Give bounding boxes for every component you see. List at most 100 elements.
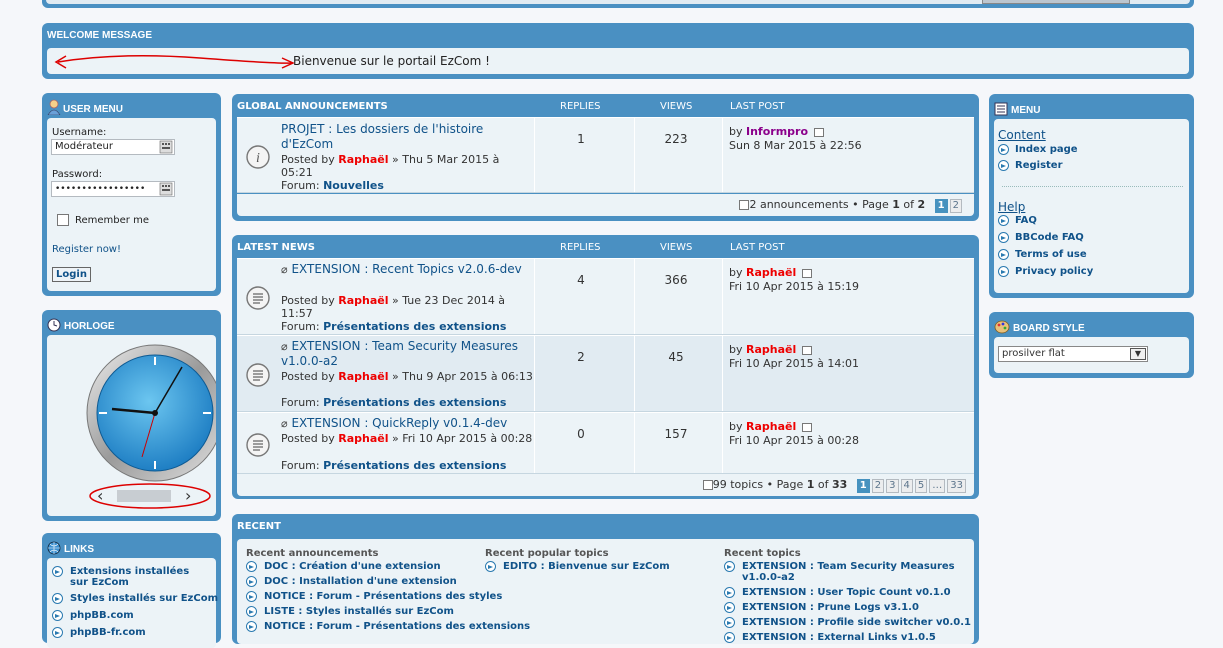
table-row[interactable]: i PROJET : Les dossiers de l'histoire d'… bbox=[237, 117, 974, 193]
username-field[interactable]: Modérateur bbox=[51, 139, 175, 155]
last-post: by Raphaël Fri 10 Apr 2015 à 00:28 bbox=[729, 420, 860, 447]
clock-icon bbox=[47, 318, 61, 332]
menu-header: MENU bbox=[994, 94, 1189, 118]
menu-item-terms[interactable]: Terms of use bbox=[998, 249, 1087, 260]
view-latest-post-icon[interactable] bbox=[801, 268, 812, 278]
arrow-right-icon bbox=[724, 561, 735, 572]
links-panel: LINKS Extensions installées sur EzCom St… bbox=[42, 533, 221, 648]
table-row[interactable]: ⌀ EXTENSION : Recent Topics v2.0.6-dev P… bbox=[237, 258, 974, 335]
author-link[interactable]: Raphaël bbox=[338, 370, 388, 383]
arrow-right-icon bbox=[246, 576, 257, 587]
username-label: Username: bbox=[52, 127, 107, 138]
author-link[interactable]: Raphaël bbox=[338, 153, 388, 166]
arrow-right-icon bbox=[998, 266, 1009, 277]
style-select-value: prosilver flat bbox=[1002, 348, 1065, 359]
arrow-right-icon bbox=[998, 232, 1009, 243]
user-menu-panel: USER MENU Username: Modérateur Password:… bbox=[42, 93, 221, 296]
arrow-right-icon bbox=[246, 561, 257, 572]
recent-popular-head: Recent popular topics bbox=[485, 548, 609, 559]
keyboard-icon[interactable] bbox=[159, 182, 173, 196]
menu-item-faq[interactable]: FAQ bbox=[998, 215, 1037, 226]
menu-help-heading[interactable]: Help bbox=[998, 200, 1025, 214]
attachment-icon: ⌀ bbox=[281, 263, 288, 276]
menu-content-heading[interactable]: Content bbox=[998, 128, 1046, 142]
links-header: LINKS bbox=[47, 533, 216, 557]
last-post: by Raphaël Fri 10 Apr 2015 à 15:19 bbox=[729, 266, 860, 293]
links-body: Extensions installées sur EzCom Styles i… bbox=[47, 558, 218, 648]
author-link[interactable]: Raphaël bbox=[338, 294, 388, 307]
forum-link[interactable]: Nouvelles bbox=[323, 179, 384, 192]
user-menu-body: Username: Modérateur Password: •••••••••… bbox=[47, 118, 216, 291]
pagination: 99 topics • Page 1 of 33 1 2 3 4 5… 33 bbox=[237, 474, 974, 496]
view-latest-post-icon[interactable] bbox=[801, 345, 812, 355]
menu-item-index[interactable]: Index page bbox=[998, 144, 1078, 155]
globe-icon bbox=[47, 541, 61, 555]
page-ellipsis: … bbox=[929, 479, 946, 493]
palette-icon bbox=[994, 320, 1010, 334]
topic-read-icon bbox=[246, 286, 270, 310]
password-field[interactable]: ••••••••••••••••• bbox=[51, 181, 175, 197]
forum-link[interactable]: Présentations des extensions bbox=[323, 396, 506, 409]
remember-me-checkbox[interactable] bbox=[57, 214, 69, 226]
links-title: LINKS bbox=[64, 544, 94, 555]
table-row[interactable]: ⌀ EXTENSION : QuickReply v0.1.4-dev Post… bbox=[237, 412, 974, 474]
page-button[interactable]: 3 bbox=[886, 479, 899, 493]
page-button[interactable]: 2 bbox=[871, 479, 885, 493]
page-button[interactable]: 2 bbox=[949, 199, 962, 213]
page-button[interactable]: 1 bbox=[934, 199, 948, 213]
arrow-right-icon bbox=[724, 632, 735, 643]
column-separator bbox=[634, 336, 635, 411]
col-last-post: LAST POST bbox=[730, 242, 785, 253]
view-latest-post-icon[interactable] bbox=[813, 127, 824, 137]
author-link[interactable]: Raphaël bbox=[338, 432, 388, 445]
last-post-author[interactable]: Raphaël bbox=[746, 343, 796, 356]
login-button[interactable]: Login bbox=[52, 267, 91, 282]
chevron-down-icon[interactable]: ▼ bbox=[1130, 348, 1146, 360]
annotation-ellipse bbox=[89, 483, 211, 509]
clock-header: HORLOGE bbox=[47, 310, 216, 334]
topic-forum: Forum: Présentations des extensions bbox=[281, 320, 507, 333]
board-style-body: prosilver flat ▼ bbox=[994, 337, 1189, 373]
page-button[interactable]: 1 bbox=[856, 479, 870, 493]
page-button[interactable]: 33 bbox=[947, 479, 966, 493]
welcome-text: Bienvenue sur le portail EzCom ! bbox=[293, 54, 490, 68]
topic-title[interactable]: ⌀ EXTENSION : QuickReply v0.1.4-dev bbox=[281, 416, 533, 431]
view-latest-post-icon[interactable] bbox=[801, 422, 812, 432]
last-post-author[interactable]: Raphaël bbox=[746, 266, 796, 279]
col-last-post: LAST POST bbox=[730, 101, 785, 112]
table-row[interactable]: ⌀ EXTENSION : Team Security Measures v1.… bbox=[237, 335, 974, 412]
replies-count: 0 bbox=[577, 427, 585, 441]
arrow-right-icon bbox=[246, 591, 257, 602]
page-button[interactable]: 5 bbox=[914, 479, 928, 493]
style-select[interactable]: prosilver flat ▼ bbox=[998, 346, 1148, 362]
keyboard-icon[interactable] bbox=[159, 140, 173, 154]
forum-link[interactable]: Présentations des extensions bbox=[323, 459, 506, 472]
last-post-author[interactable]: Informpro bbox=[746, 125, 808, 138]
user-icon bbox=[47, 99, 61, 115]
menu-item-bbcode-faq[interactable]: BBCode FAQ bbox=[998, 232, 1084, 243]
topic-title[interactable]: ⌀ EXTENSION : Recent Topics v2.0.6-dev bbox=[281, 262, 533, 277]
menu-divider bbox=[1002, 186, 1183, 187]
col-views: VIEWS bbox=[660, 101, 693, 112]
page-button[interactable]: 4 bbox=[900, 479, 913, 493]
topic-read-icon bbox=[246, 433, 270, 457]
search-box-remnant[interactable] bbox=[982, 0, 1130, 4]
register-now-link[interactable]: Register now! bbox=[52, 244, 121, 255]
arrow-right-icon bbox=[724, 587, 735, 598]
pagination-info: 2 announcements • Page 1 of 2 12 bbox=[739, 198, 962, 213]
recent-body: Recent announcements Recent popular topi… bbox=[237, 539, 974, 644]
topic-title[interactable]: ⌀ EXTENSION : Team Security Measures v1.… bbox=[281, 339, 533, 369]
user-menu-header: USER MENU bbox=[47, 93, 216, 117]
arrow-right-icon bbox=[485, 561, 496, 572]
menu-item-register[interactable]: Register bbox=[998, 160, 1063, 171]
column-separator bbox=[634, 259, 635, 334]
recent-announcements-head: Recent announcements bbox=[246, 548, 379, 559]
topic-title[interactable]: PROJET : Les dossiers de l'histoire d'Ez… bbox=[281, 122, 533, 152]
last-post-author[interactable]: Raphaël bbox=[746, 420, 796, 433]
board-style-panel: BOARD STYLE prosilver flat ▼ bbox=[989, 312, 1194, 378]
forum-link[interactable]: Présentations des extensions bbox=[323, 320, 506, 333]
password-value: ••••••••••••••••• bbox=[55, 184, 146, 194]
menu-item-privacy[interactable]: Privacy policy bbox=[998, 266, 1093, 277]
views-count: 45 bbox=[668, 350, 684, 364]
column-separator bbox=[634, 118, 635, 192]
